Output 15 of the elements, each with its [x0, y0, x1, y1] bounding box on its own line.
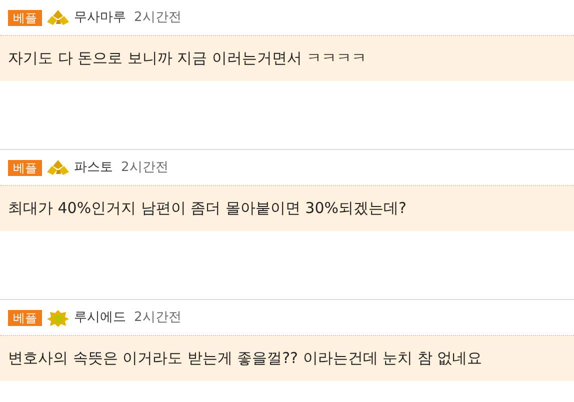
best-badge: 베플: [8, 310, 42, 326]
best-badge: 베플: [8, 10, 42, 26]
post-time: 2시간전: [121, 159, 168, 178]
post-time: 2시간전: [134, 309, 182, 328]
comment-text: 자기도 다 돈으로 보니까 지금 이러는거면서 ㅋㅋㅋㅋ: [0, 35, 574, 81]
nuggets-icon: [46, 159, 70, 177]
author-name: 루시에드: [74, 309, 126, 328]
post-time: 2시간전: [134, 9, 182, 28]
best-badge: 베플: [8, 160, 42, 176]
medal-icon: [46, 309, 70, 327]
nuggets-icon: [46, 9, 70, 27]
author-name: 무사마루: [74, 9, 126, 28]
author-name: 파스토: [74, 159, 113, 178]
comment-text: 변호사의 속뜻은 이거라도 받는게 좋을껄?? 이라는건데 눈치 참 없네요: [0, 335, 574, 381]
comment-text: 최대가 40%인거지 남편이 좀더 몰아붙이면 30%되겠는데?: [0, 185, 574, 231]
